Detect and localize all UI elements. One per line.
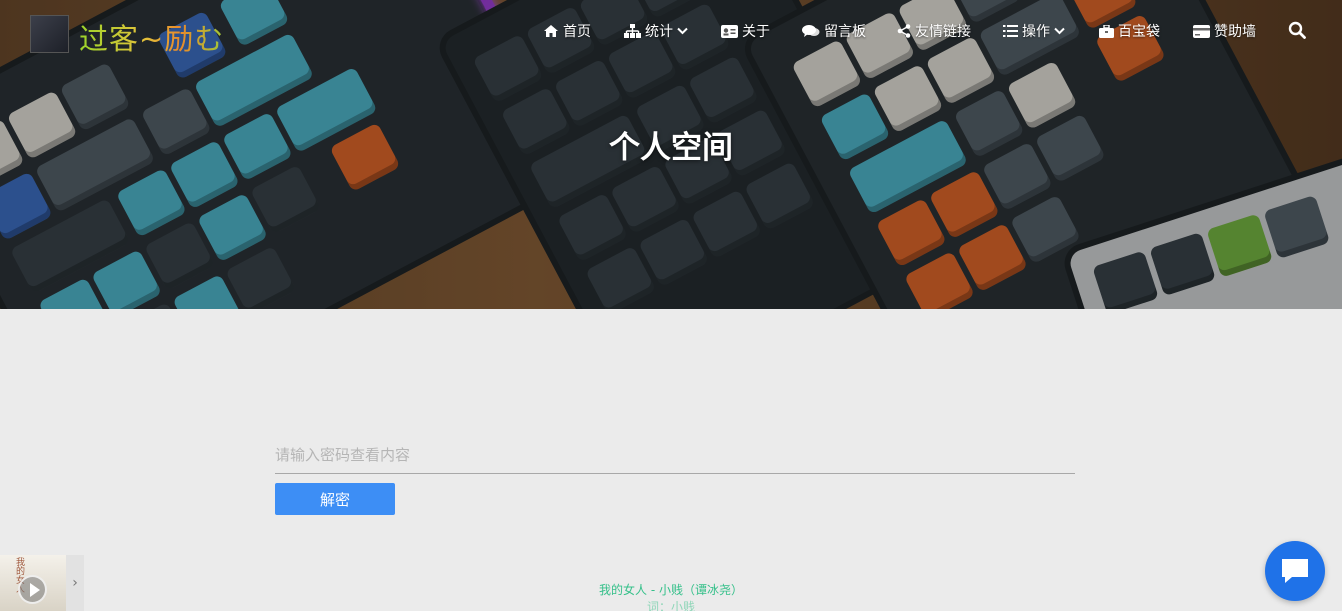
nav-label-home: 首页: [563, 24, 591, 40]
nav-item-about[interactable]: 关于: [721, 20, 770, 42]
page-title: 个人空间: [609, 130, 733, 166]
nav-label-toolbox: 百宝袋: [1118, 24, 1160, 40]
password-input[interactable]: [275, 437, 1075, 474]
chevron-down-icon: [677, 27, 688, 35]
chevron-down-icon: [1054, 27, 1065, 35]
decrypt-button[interactable]: 解密: [275, 483, 395, 515]
nav-label-stats: 统计: [645, 24, 673, 40]
nav-item-stats[interactable]: 统计: [624, 20, 688, 42]
comments-icon: [802, 25, 820, 37]
nav-label-links: 友情链接: [915, 24, 971, 40]
search-icon[interactable]: [1288, 21, 1306, 39]
nav-label-guestbook: 留言板: [824, 24, 866, 40]
id-card-icon: [721, 24, 738, 38]
nav-label-about: 关于: [742, 24, 770, 40]
song-title: 我的女人 - 小贱（谭冰尧）: [599, 583, 743, 597]
nav-item-home[interactable]: 首页: [543, 20, 591, 42]
chat-button[interactable]: [1265, 541, 1325, 601]
nav-item-guestbook[interactable]: 留言板: [802, 20, 866, 42]
chat-icon: [1282, 559, 1308, 583]
nav-label-sponsors: 赞助墙: [1214, 24, 1256, 40]
nav-label-actions: 操作: [1022, 24, 1050, 40]
share-icon: [897, 24, 911, 38]
list-icon: [1003, 25, 1018, 37]
site-logo-text[interactable]: 过客~励む: [79, 16, 224, 58]
song-lyric: 词：小贱: [646, 600, 695, 611]
nav-item-toolbox[interactable]: 百宝袋: [1099, 20, 1160, 42]
home-icon: [544, 25, 558, 37]
credit-card-icon: [1193, 24, 1210, 38]
nav-item-actions[interactable]: 操作: [1003, 20, 1065, 42]
sitemap-icon: [624, 24, 641, 38]
nav-item-links[interactable]: 友情链接: [897, 20, 971, 42]
site-avatar[interactable]: [30, 15, 69, 53]
nav-item-sponsors[interactable]: 赞助墙: [1193, 20, 1256, 42]
briefcase-icon: [1099, 24, 1114, 38]
